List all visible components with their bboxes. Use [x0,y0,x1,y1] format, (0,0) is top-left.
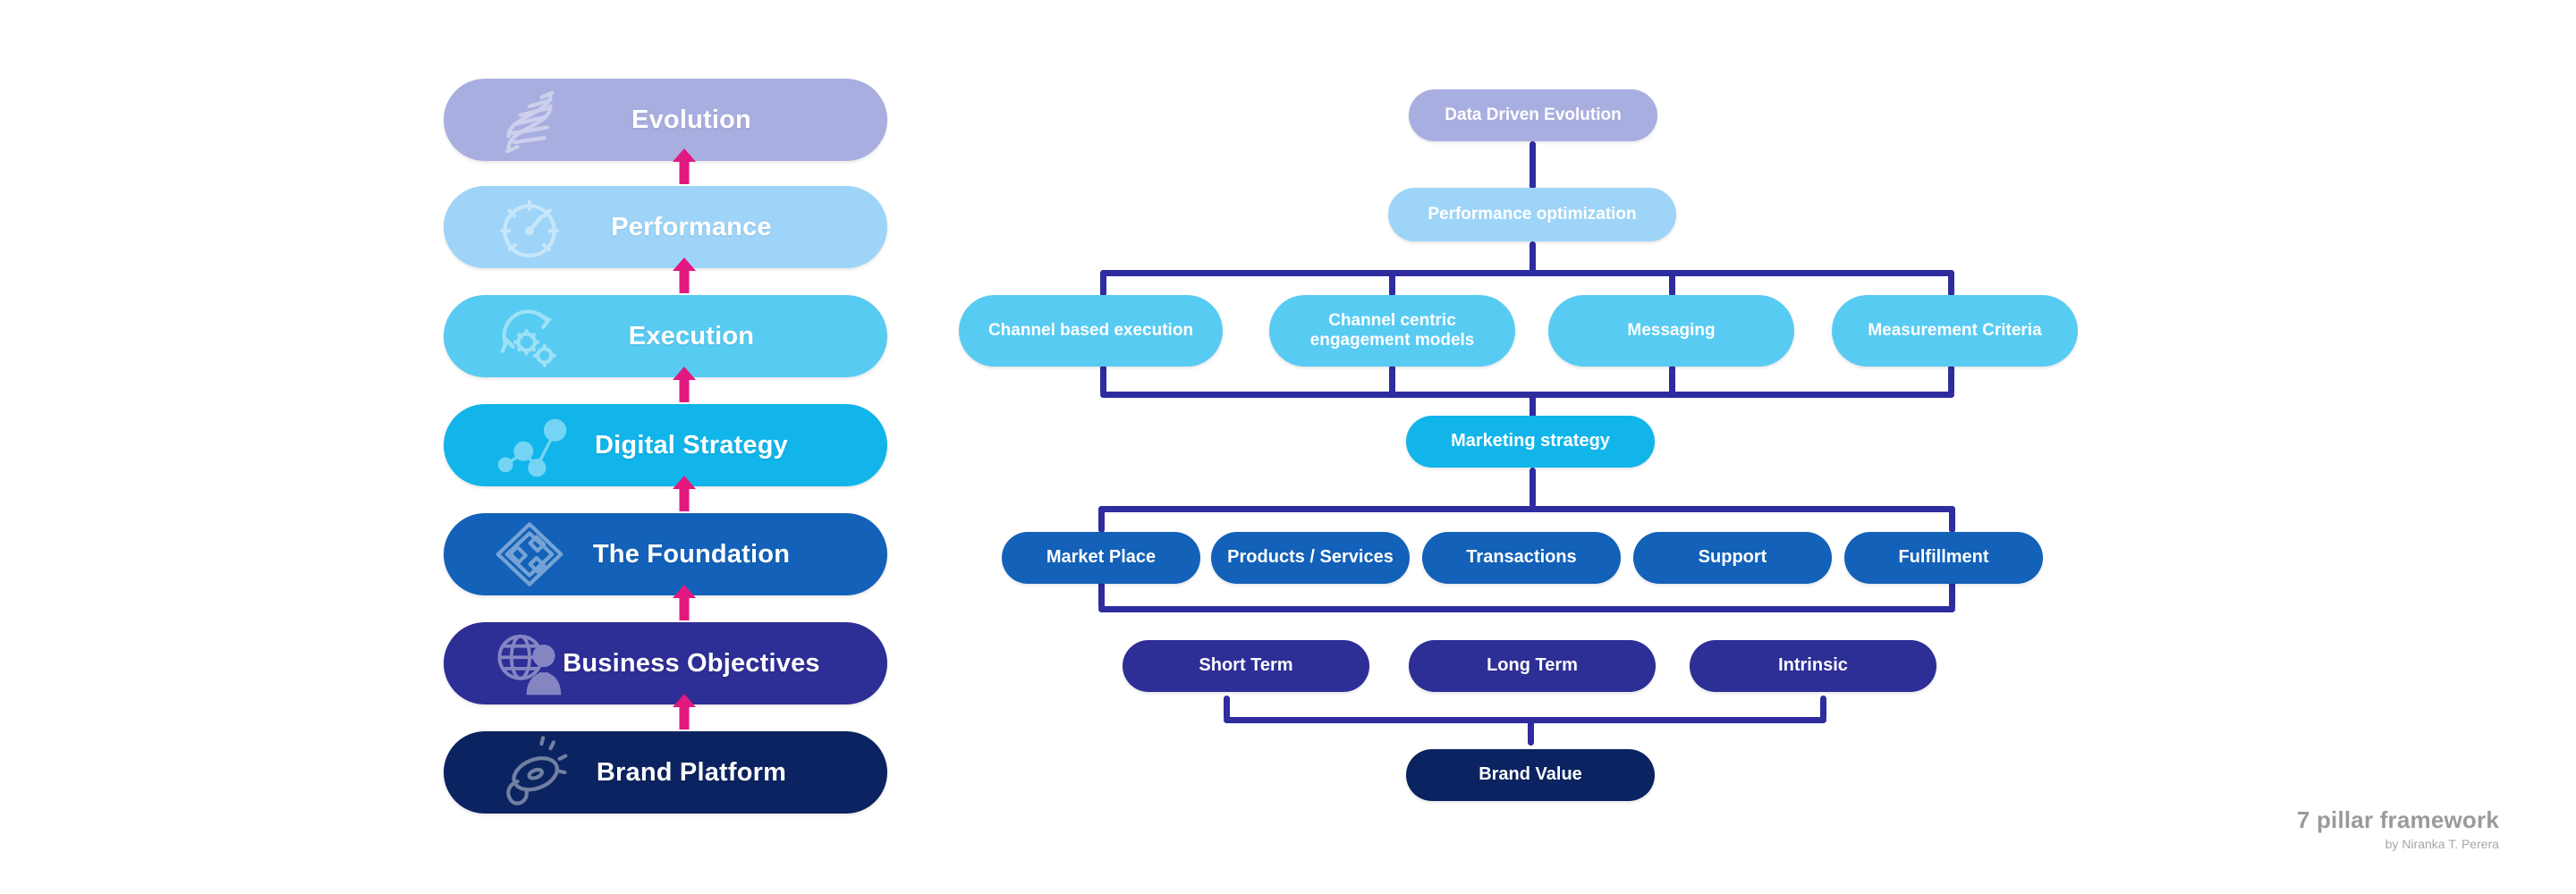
connector-objectives-bus-bottom [1224,717,1826,723]
pillar-up-arrow-icon [673,148,696,184]
pillar-execution[interactable]: Execution [444,295,887,377]
connector-foundation-bus-bottom [1098,606,1955,612]
connector-evolution-to-performance [1530,141,1536,190]
connector-exec-stub-3-top [1669,270,1675,297]
flow-node-channel-based-execution[interactable]: Channel based execution [959,295,1223,367]
flow-node-label: Market Place [1046,547,1157,568]
connector-foundation-bus-top [1098,506,1955,512]
pillar-label: Performance [611,212,772,241]
flow-node-label: Data Driven Evolution [1445,105,1622,124]
pillar-digital-strategy[interactable]: Digital Strategy [444,404,887,486]
flow-node-performance-optimization[interactable]: Performance optimization [1388,188,1676,241]
flow-node-support[interactable]: Support [1633,532,1832,584]
flow-node-label: Intrinsic [1778,655,1848,676]
pillar-the-foundation[interactable]: The Foundation [444,513,887,595]
pillar-business-objectives[interactable]: Business Objectives [444,622,887,704]
connector-marketing-drop [1530,468,1536,508]
flow-node-intrinsic[interactable]: Intrinsic [1690,640,1936,692]
flow-node-label: Messaging [1627,320,1716,340]
flow-node-transactions[interactable]: Transactions [1422,532,1621,584]
connector-execution-bus-bottom [1100,392,1954,398]
framework-title: 7 pillar framework [2296,806,2499,833]
connector-exec-stub-2-bottom [1389,365,1395,395]
flow-node-label: Fulfillment [1898,547,1989,568]
pillar-brand-platform[interactable]: Brand Platform [444,731,887,814]
pillar-up-arrow-icon [673,367,696,402]
flow-node-label: Channel centric engagement models [1309,310,1475,350]
pillar-up-arrow-icon [673,476,696,511]
flow-node-label: Short Term [1199,655,1293,676]
flow-node-measurement-criteria[interactable]: Measurement Criteria [1832,295,2078,367]
flow-node-products-services[interactable]: Products / Services [1211,532,1410,584]
pillar-label: Execution [628,321,755,350]
pillar-performance[interactable]: Performance [444,186,887,268]
flow-node-label: Products / Services [1227,547,1394,568]
pillar-up-arrow-icon [673,257,696,293]
footer-credit: 7 pillar framework by Niranka T. Perera [2297,806,2499,851]
connector-exec-stub-3-bottom [1669,365,1675,395]
flow-node-data-driven-evolution[interactable]: Data Driven Evolution [1409,89,1657,141]
connector-bus-to-marketing [1530,392,1536,418]
connector-bus-to-brand-value [1528,717,1534,746]
flow-node-label: Transactions [1466,547,1577,568]
connector-exec-stub-2-top [1389,270,1395,297]
pillar-label: Brand Platform [596,757,787,787]
connector-exec-stub-1-top [1100,270,1106,297]
flow-node-label: Support [1698,547,1767,568]
flow-node-long-term[interactable]: Long Term [1409,640,1656,692]
pillar-label: The Foundation [592,539,791,569]
flow-node-messaging[interactable]: Messaging [1548,295,1794,367]
pillar-label: Evolution [631,105,751,134]
framework-diagram-canvas: Evolution Performance Execution Digital … [0,0,2576,894]
flow-node-label: Measurement Criteria [1868,320,2042,340]
flow-node-marketing-strategy[interactable]: Marketing strategy [1406,416,1655,468]
pillar-up-arrow-icon [673,694,696,730]
flow-node-label: Channel based execution [987,320,1194,340]
framework-author: by Niranka T. Perera [2385,837,2499,851]
flow-node-short-term[interactable]: Short Term [1123,640,1369,692]
connector-found-stub-1-top [1098,506,1105,533]
pillar-up-arrow-icon [673,585,696,620]
flow-node-channel-centric-engagement-models[interactable]: Channel centric engagement models [1269,295,1515,367]
pillar-label: Business Objectives [563,648,820,678]
connector-exec-stub-4-top [1948,270,1954,297]
flow-node-brand-value[interactable]: Brand Value [1406,749,1655,801]
connector-exec-stub-1-bottom [1100,365,1106,395]
flow-node-fulfillment[interactable]: Fulfillment [1844,532,2043,584]
connector-found-stub-5-top [1949,506,1955,533]
flow-node-label: Long Term [1487,655,1578,676]
flow-node-label: Brand Value [1479,764,1582,785]
connector-exec-stub-4-bottom [1948,365,1954,395]
flow-node-label: Marketing strategy [1451,431,1610,451]
connector-execution-bus-top [1100,270,1954,276]
pillar-label: Digital Strategy [595,430,788,460]
flow-node-label: Performance optimization [1428,204,1637,224]
pillar-evolution[interactable]: Evolution [444,79,887,161]
flow-node-market-place[interactable]: Market Place [1002,532,1200,584]
